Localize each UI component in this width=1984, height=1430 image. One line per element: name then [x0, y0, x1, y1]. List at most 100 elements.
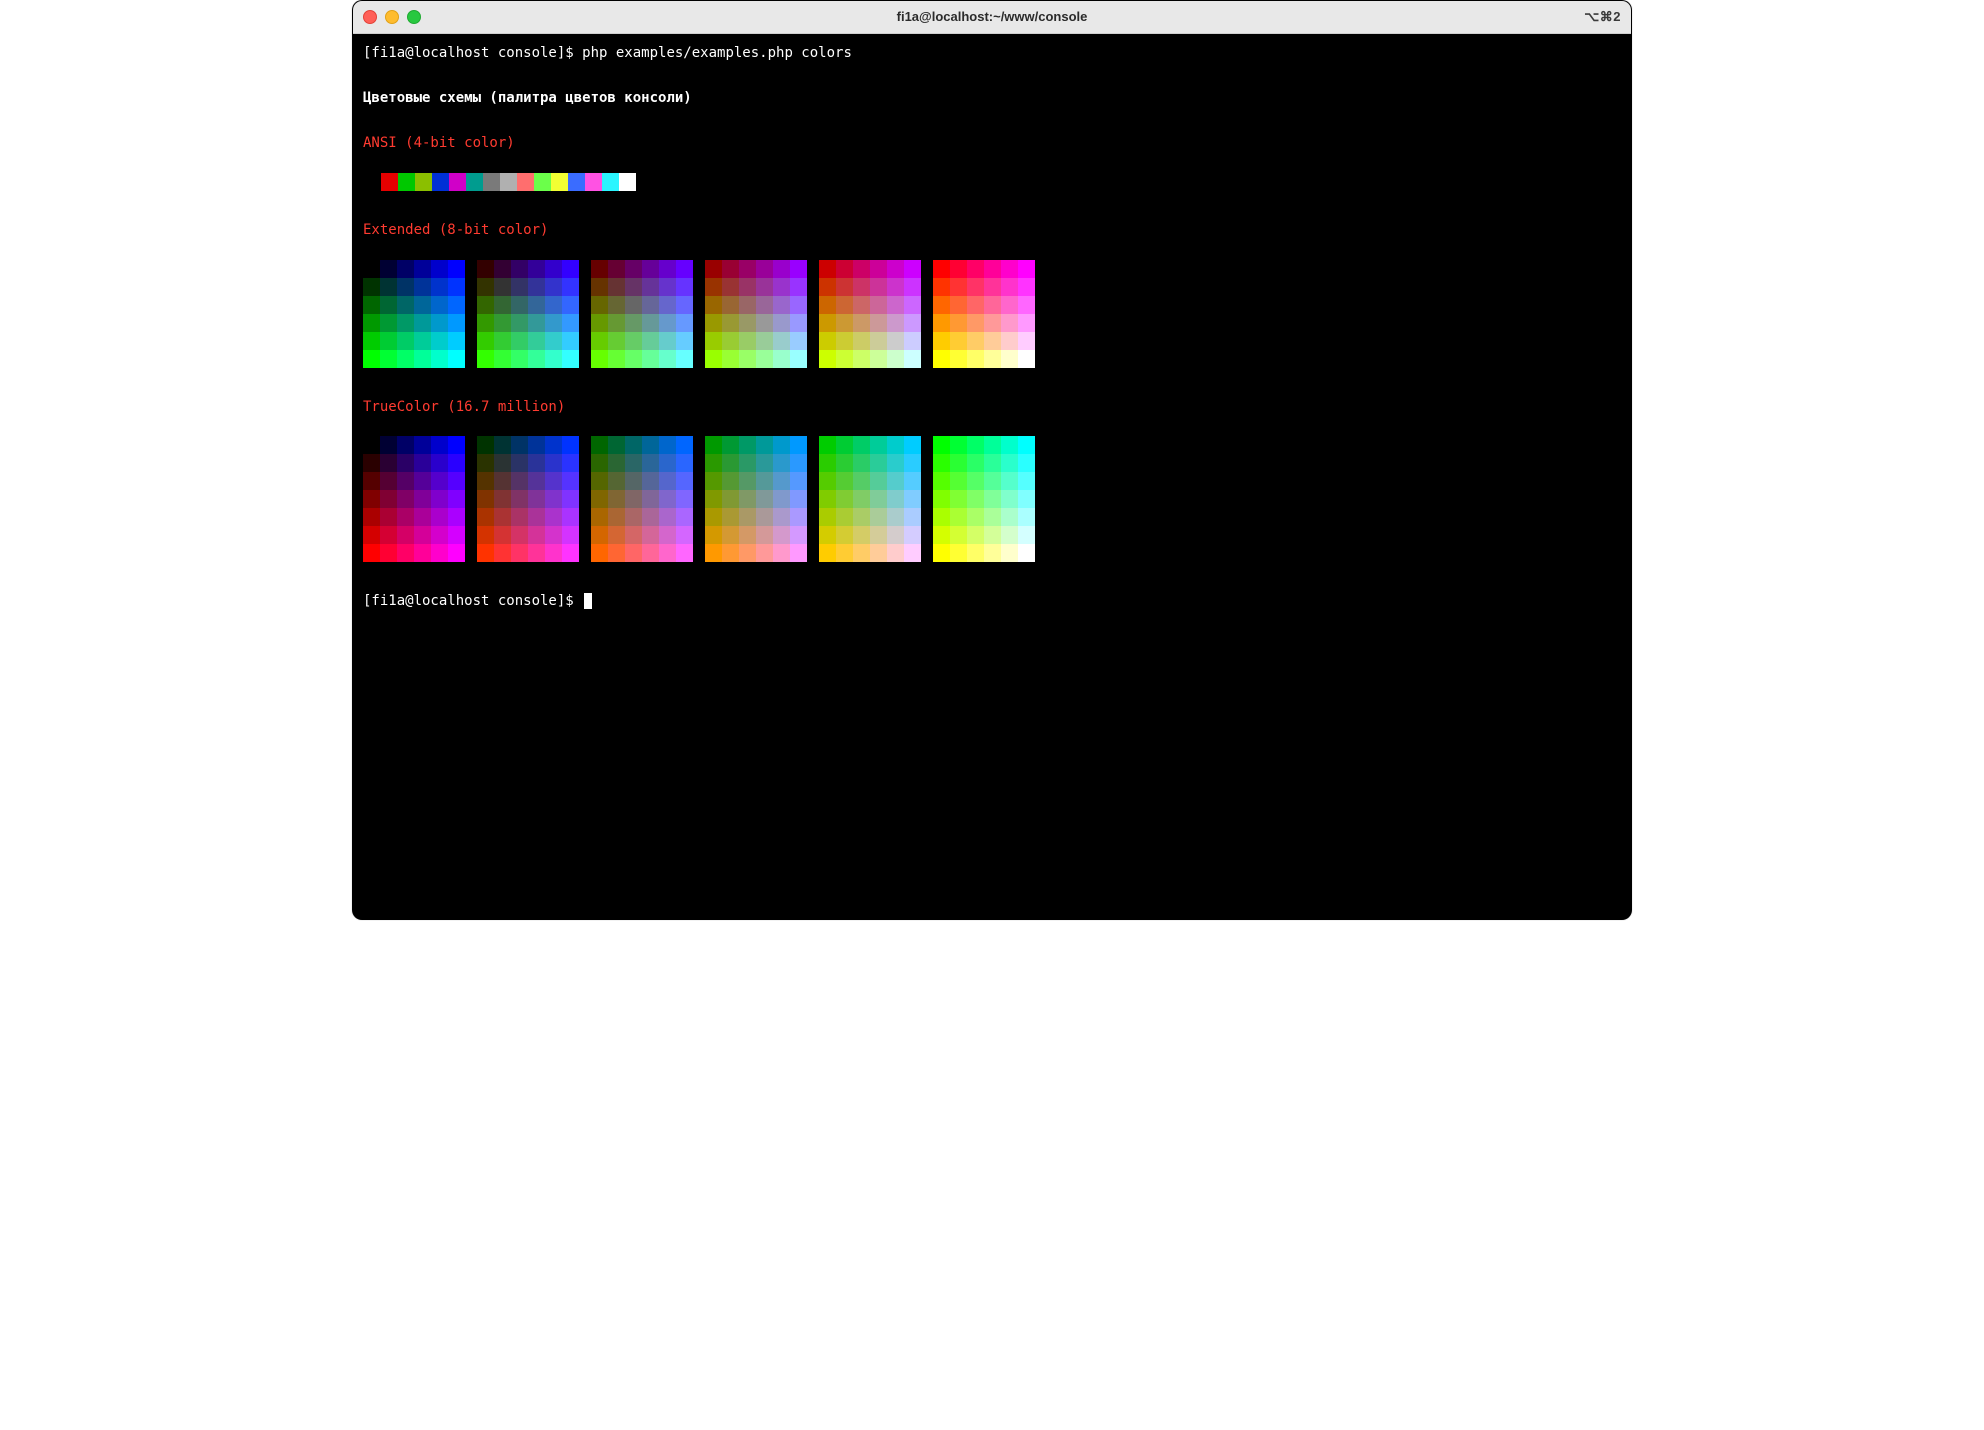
color-cell [625, 490, 642, 508]
color-cell [431, 332, 448, 350]
color-cell [511, 436, 528, 454]
color-cell [933, 332, 950, 350]
extended-section-title: Extended (8-bit color) [363, 221, 1621, 240]
color-cell [676, 472, 693, 490]
color-cell [397, 332, 414, 350]
color-cell [414, 544, 431, 562]
color-cell [494, 544, 511, 562]
color-cell [363, 332, 380, 350]
color-cell [819, 490, 836, 508]
color-cell [967, 278, 984, 296]
color-cell [494, 350, 511, 368]
color-cell [739, 296, 756, 314]
color-cell [528, 332, 545, 350]
color-cell [1001, 314, 1018, 332]
color-cell [591, 278, 608, 296]
color-cell [756, 490, 773, 508]
color-cell [790, 332, 807, 350]
color-cell [836, 526, 853, 544]
color-cell [363, 314, 380, 332]
color-cell [545, 508, 562, 526]
prompt: [fi1a@localhost console]$ [363, 45, 582, 61]
color-cell [967, 490, 984, 508]
color-cell [528, 454, 545, 472]
color-cell [625, 350, 642, 368]
ansi-swatch [483, 173, 500, 191]
color-cell [397, 436, 414, 454]
color-cell [397, 490, 414, 508]
color-cell [591, 436, 608, 454]
ansi-swatch [432, 173, 449, 191]
color-cell [477, 490, 494, 508]
ansi-swatch [551, 173, 568, 191]
color-cell [984, 332, 1001, 350]
ansi-swatch [602, 173, 619, 191]
color-cell [494, 472, 511, 490]
ansi-swatch [585, 173, 602, 191]
color-cell [904, 332, 921, 350]
color-cell [705, 454, 722, 472]
ansi-swatch [517, 173, 534, 191]
color-cell [819, 472, 836, 490]
color-cell [967, 350, 984, 368]
color-cell [836, 314, 853, 332]
color-cell [545, 472, 562, 490]
color-cell [722, 472, 739, 490]
color-cell [511, 314, 528, 332]
color-cell [528, 314, 545, 332]
color-cell [448, 454, 465, 472]
color-cell [676, 350, 693, 368]
color-cell [1001, 454, 1018, 472]
color-cell [722, 454, 739, 472]
color-cell [511, 526, 528, 544]
color-cell [790, 296, 807, 314]
color-cell [819, 260, 836, 278]
color-cell [887, 436, 904, 454]
color-cell [722, 508, 739, 526]
zoom-icon[interactable] [407, 10, 421, 24]
color-cell [773, 260, 790, 278]
terminal-body[interactable]: [fi1a@localhost console]$ php examples/e… [353, 34, 1631, 920]
color-cell [545, 454, 562, 472]
truecolor-block [363, 436, 465, 562]
color-cell [511, 260, 528, 278]
color-cell [494, 508, 511, 526]
color-cell [642, 472, 659, 490]
color-cell [870, 260, 887, 278]
color-cell [562, 332, 579, 350]
color-cell [1018, 544, 1035, 562]
color-cell [1001, 278, 1018, 296]
close-icon[interactable] [363, 10, 377, 24]
color-cell [904, 260, 921, 278]
color-cell [676, 314, 693, 332]
color-cell [790, 260, 807, 278]
color-cell [790, 526, 807, 544]
color-cell [448, 490, 465, 508]
color-cell [380, 508, 397, 526]
color-cell [676, 260, 693, 278]
color-cell [494, 332, 511, 350]
color-cell [984, 544, 1001, 562]
color-cell [431, 490, 448, 508]
color-cell [397, 544, 414, 562]
window-controls[interactable] [363, 10, 421, 24]
color-cell [950, 332, 967, 350]
color-cell [790, 350, 807, 368]
color-cell [887, 296, 904, 314]
color-cell [511, 332, 528, 350]
minimize-icon[interactable] [385, 10, 399, 24]
color-cell [773, 526, 790, 544]
truecolor-block [477, 436, 579, 562]
color-cell [836, 490, 853, 508]
color-cell [477, 436, 494, 454]
color-cell [1018, 332, 1035, 350]
color-cell [967, 436, 984, 454]
color-cell [659, 508, 676, 526]
color-cell [870, 490, 887, 508]
color-cell [380, 332, 397, 350]
color-cell [887, 314, 904, 332]
color-cell [448, 472, 465, 490]
color-cell [625, 472, 642, 490]
color-cell [756, 278, 773, 296]
color-cell [984, 350, 1001, 368]
